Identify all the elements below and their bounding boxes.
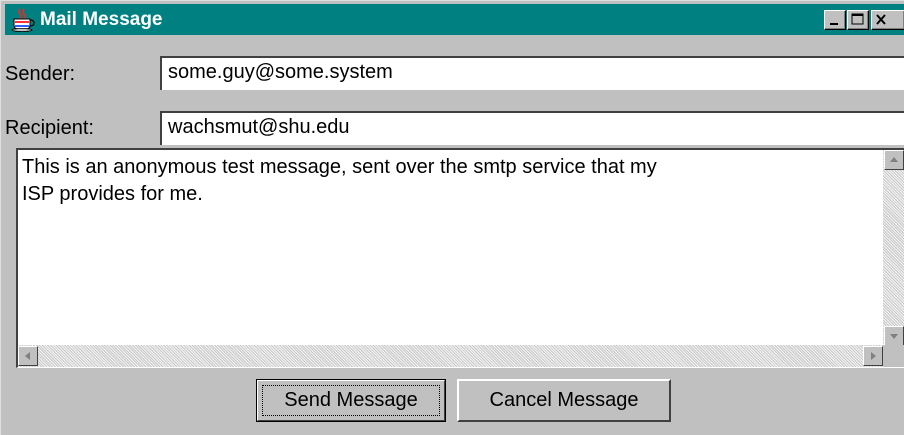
arrow-left-icon <box>25 352 30 360</box>
vertical-scrollbar[interactable] <box>883 150 904 346</box>
scroll-down-button[interactable] <box>884 326 904 346</box>
maximize-icon <box>851 13 864 25</box>
maximize-button[interactable] <box>847 10 869 30</box>
scroll-left-button[interactable] <box>18 346 38 366</box>
minimize-icon <box>830 23 838 25</box>
sender-field[interactable]: some.guy@some.system <box>160 56 904 90</box>
arrow-up-icon <box>890 157 898 162</box>
minimize-button[interactable] <box>824 10 846 30</box>
scroll-right-button[interactable] <box>863 346 883 366</box>
java-coffee-cup-icon[interactable] <box>10 7 36 32</box>
close-button[interactable] <box>871 10 904 30</box>
cancel-message-button[interactable]: Cancel Message <box>457 379 671 422</box>
message-body-text[interactable]: This is an anonymous test message, sent … <box>22 154 862 208</box>
recipient-field[interactable]: wachsmut@shu.edu <box>160 111 904 145</box>
horizontal-scrollbar[interactable] <box>18 345 883 367</box>
message-body-textarea[interactable]: This is an anonymous test message, sent … <box>16 148 904 368</box>
scrollbar-corner <box>883 345 904 367</box>
send-message-label: Send Message <box>284 389 418 411</box>
window-title: Mail Message <box>40 9 163 30</box>
send-message-button[interactable]: Send Message <box>256 379 446 422</box>
recipient-label: Recipient: <box>5 117 94 139</box>
mail-message-window: Mail Message Sender: some.guy@some.syste… <box>0 0 904 435</box>
sender-label: Sender: <box>5 63 76 85</box>
arrow-down-icon <box>890 334 898 339</box>
title-bar[interactable]: Mail Message <box>5 4 904 35</box>
arrow-right-icon <box>871 352 876 360</box>
cancel-message-label: Cancel Message <box>489 389 639 411</box>
scroll-up-button[interactable] <box>884 150 904 170</box>
close-icon <box>876 14 886 25</box>
